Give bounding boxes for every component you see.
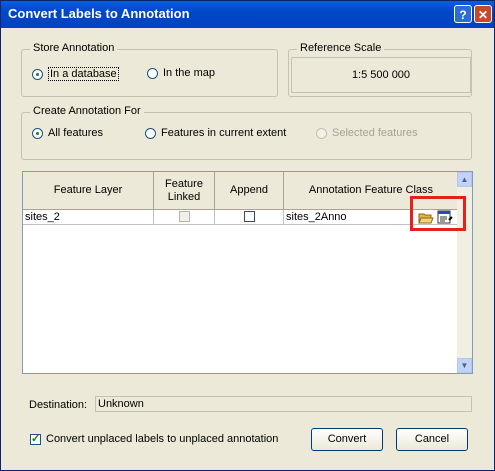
unplaced-checkbox-row[interactable]: Convert unplaced labels to unplaced anno… <box>30 432 279 445</box>
radio-label: Features in current extent <box>161 127 287 139</box>
scroll-up-icon[interactable]: ▲ <box>457 172 472 187</box>
scroll-down-icon[interactable]: ▼ <box>457 358 472 373</box>
title-bar[interactable]: Convert Labels to Annotation ? ✕ <box>1 1 494 28</box>
radio-all-features[interactable]: All features <box>32 127 103 139</box>
radio-in-map[interactable]: In the map <box>147 67 215 79</box>
window-title: Convert Labels to Annotation <box>8 6 190 21</box>
unplaced-label: Convert unplaced labels to unplaced anno… <box>46 433 279 445</box>
destination-field: Unknown <box>95 396 472 412</box>
reference-scale-value: 1:5 500 000 <box>291 57 471 93</box>
layer-table[interactable]: Feature Layer Feature Linked Append Anno… <box>22 171 473 374</box>
column-header-feature-layer[interactable]: Feature Layer <box>23 172 154 210</box>
radio-selected-features: Selected features <box>316 127 418 139</box>
radio-indicator[interactable] <box>32 127 43 139</box>
reference-scale-label: Reference Scale <box>297 42 385 54</box>
append-checkbox[interactable] <box>243 211 255 222</box>
cell-feature-layer[interactable]: sites_2 <box>23 210 154 225</box>
store-annotation-group: Store Annotation In a database In the ma… <box>21 42 278 97</box>
radio-label: Selected features <box>332 127 418 139</box>
radio-current-extent[interactable]: Features in current extent <box>145 127 286 139</box>
radio-indicator[interactable] <box>32 68 43 80</box>
unplaced-checkbox[interactable] <box>30 432 41 445</box>
radio-indicator[interactable] <box>145 127 156 139</box>
highlight-box <box>410 196 466 231</box>
dialog-window: Convert Labels to Annotation ? ✕ Store A… <box>0 0 495 471</box>
store-annotation-label: Store Annotation <box>30 42 118 54</box>
radio-indicator <box>316 127 327 139</box>
create-annotation-label: Create Annotation For <box>30 105 144 117</box>
column-header-feature-linked[interactable]: Feature Linked <box>154 172 215 210</box>
radio-indicator[interactable] <box>147 67 158 79</box>
column-header-append[interactable]: Append <box>215 172 284 210</box>
cell-feature-linked <box>154 210 215 225</box>
help-button[interactable]: ? <box>454 5 472 23</box>
cancel-button[interactable]: Cancel <box>396 428 468 451</box>
radio-in-database[interactable]: In a database <box>32 67 119 81</box>
convert-button[interactable]: Convert <box>311 428 383 451</box>
radio-label: All features <box>48 127 104 139</box>
annotation-class-name: sites_2Anno <box>286 211 347 223</box>
radio-label: In the map <box>163 67 215 79</box>
radio-label: In a database <box>48 67 119 81</box>
destination-label: Destination: <box>29 399 88 411</box>
feature-linked-checkbox <box>178 211 190 222</box>
create-annotation-group: Create Annotation For All features Featu… <box>21 105 472 160</box>
close-button[interactable]: ✕ <box>474 5 492 23</box>
cell-append[interactable] <box>215 210 284 225</box>
